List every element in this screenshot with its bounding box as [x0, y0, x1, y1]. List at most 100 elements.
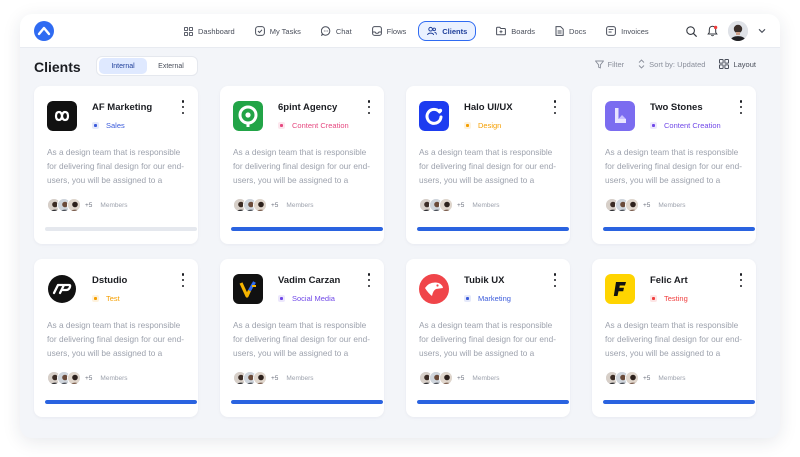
nav-my-tasks-label: My Tasks: [269, 26, 301, 36]
member-avatar: [253, 198, 267, 212]
members-group[interactable]: +5 Members: [419, 371, 500, 385]
nav-dashboard[interactable]: Dashboard: [176, 21, 243, 41]
client-name[interactable]: Felic Art: [650, 275, 688, 286]
client-name[interactable]: Two Stones: [650, 102, 703, 113]
nav-my-tasks[interactable]: My Tasks: [247, 21, 309, 41]
tag-color-icon: [92, 295, 99, 302]
members-group[interactable]: +5 Members: [419, 198, 500, 212]
client-name[interactable]: Halo UI/UX: [464, 102, 513, 113]
members-group[interactable]: +5 Members: [47, 371, 128, 385]
members-more-count: +5: [85, 201, 93, 209]
members-label: Members: [286, 374, 314, 382]
member-avatar: [439, 198, 453, 212]
client-name[interactable]: 6pint Agency: [278, 102, 337, 113]
tag-color-icon: [650, 295, 657, 302]
filter-button[interactable]: Filter: [594, 60, 624, 69]
nav-invoices[interactable]: Invoices: [598, 21, 657, 41]
client-tag: Social Media: [278, 294, 335, 303]
progress-bar: [417, 400, 569, 404]
client-card-vadim-carzan[interactable]: Vadim Carzan Social Media As a design te…: [220, 259, 384, 417]
more-options-icon[interactable]: [552, 100, 558, 114]
felic-art-logo: [605, 274, 635, 304]
member-avatar: [67, 198, 81, 212]
members-group[interactable]: +5 Members: [233, 371, 314, 385]
tag-label: Test: [106, 294, 120, 303]
progress-bar: [45, 227, 197, 231]
halo-logo: [419, 101, 449, 131]
nav-docs[interactable]: Docs: [547, 21, 594, 41]
bell-icon[interactable]: [707, 25, 718, 37]
client-name[interactable]: Tubik UX: [464, 275, 504, 286]
search-icon[interactable]: [686, 25, 697, 37]
two-stones-logo: [605, 101, 635, 131]
client-tag: Design: [464, 121, 501, 130]
top-bar: Dashboard My Tasks Chat Flows Clients Bo…: [20, 14, 780, 48]
chat-bubble-icon: [320, 26, 331, 36]
app-logo-icon[interactable]: [34, 21, 54, 41]
nav-clients-label: Clients: [442, 26, 468, 36]
member-avatar: [67, 371, 81, 385]
more-options-icon[interactable]: [366, 100, 372, 114]
more-options-icon[interactable]: [366, 273, 372, 287]
sort-button[interactable]: Sort by: Updated: [638, 59, 705, 69]
member-avatar: [439, 371, 453, 385]
tag-label: Social Media: [292, 294, 335, 303]
tag-color-icon: [464, 122, 471, 129]
more-options-icon[interactable]: [552, 273, 558, 287]
progress-fill: [45, 400, 197, 404]
member-avatar: [625, 198, 639, 212]
members-label: Members: [658, 374, 686, 382]
layout-grid-icon: [719, 59, 730, 69]
sort-label: Sort by: Updated: [649, 59, 706, 69]
client-card-halo-ui-ux[interactable]: Halo UI/UX Design As a design team that …: [406, 86, 570, 244]
client-card-two-stones[interactable]: Two Stones Content Creation As a design …: [592, 86, 756, 244]
member-avatar: [253, 371, 267, 385]
more-options-icon[interactable]: [180, 100, 186, 114]
client-tag: Test: [92, 294, 120, 303]
nav-dashboard-label: Dashboard: [198, 26, 235, 36]
nav-clients[interactable]: Clients: [418, 21, 477, 41]
more-options-icon[interactable]: [738, 100, 744, 114]
progress-fill: [603, 227, 755, 231]
members-more-count: +5: [85, 374, 93, 382]
client-tag: Testing: [650, 294, 688, 303]
more-options-icon[interactable]: [180, 273, 186, 287]
user-avatar[interactable]: [728, 21, 748, 41]
progress-bar: [231, 227, 383, 231]
client-name[interactable]: Vadim Carzan: [278, 275, 340, 286]
members-group[interactable]: +5 Members: [47, 198, 128, 212]
tag-color-icon: [92, 122, 99, 129]
members-group[interactable]: +5 Members: [605, 198, 686, 212]
internal-external-toggle: Internal External: [96, 56, 198, 76]
segment-external[interactable]: External: [147, 58, 195, 74]
client-tag: Content Creation: [278, 121, 349, 130]
members-group[interactable]: +5 Members: [605, 371, 686, 385]
segment-internal[interactable]: Internal: [99, 58, 147, 74]
client-card-tubik-ux[interactable]: Tubik UX Marketing As a design team that…: [406, 259, 570, 417]
check-circle-icon: [254, 26, 265, 36]
nav-chat[interactable]: Chat: [313, 21, 360, 41]
client-card-6pint-agency[interactable]: 6pint Agency Content Creation As a desig…: [220, 86, 384, 244]
vadim-carzan-logo: [233, 274, 263, 304]
chevron-down-icon[interactable]: [758, 28, 766, 34]
client-card-felic-art[interactable]: Felic Art Testing As a design team that …: [592, 259, 756, 417]
members-label: Members: [472, 374, 500, 382]
progress-fill: [417, 400, 569, 404]
members-more-count: +5: [457, 374, 465, 382]
app-window: Dashboard My Tasks Chat Flows Clients Bo…: [20, 14, 780, 438]
more-options-icon[interactable]: [738, 273, 744, 287]
client-description: As a design team that is responsible for…: [605, 147, 742, 185]
nav-flows[interactable]: Flows: [364, 21, 415, 41]
inbox-icon: [371, 26, 382, 36]
client-card-dstudio[interactable]: Dstudio Test As a design team that is re…: [34, 259, 198, 417]
members-group[interactable]: +5 Members: [233, 198, 314, 212]
client-name[interactable]: Dstudio: [92, 275, 127, 286]
client-card-af-marketing[interactable]: AF Marketing Sales As a design team that…: [34, 86, 198, 244]
invoice-icon: [606, 26, 617, 36]
client-tag: Sales: [92, 121, 125, 130]
layout-button[interactable]: Layout: [719, 59, 756, 69]
client-name[interactable]: AF Marketing: [92, 102, 152, 113]
nav-boards[interactable]: Boards: [488, 21, 543, 41]
members-more-count: +5: [643, 201, 651, 209]
top-right-actions: [686, 14, 766, 48]
